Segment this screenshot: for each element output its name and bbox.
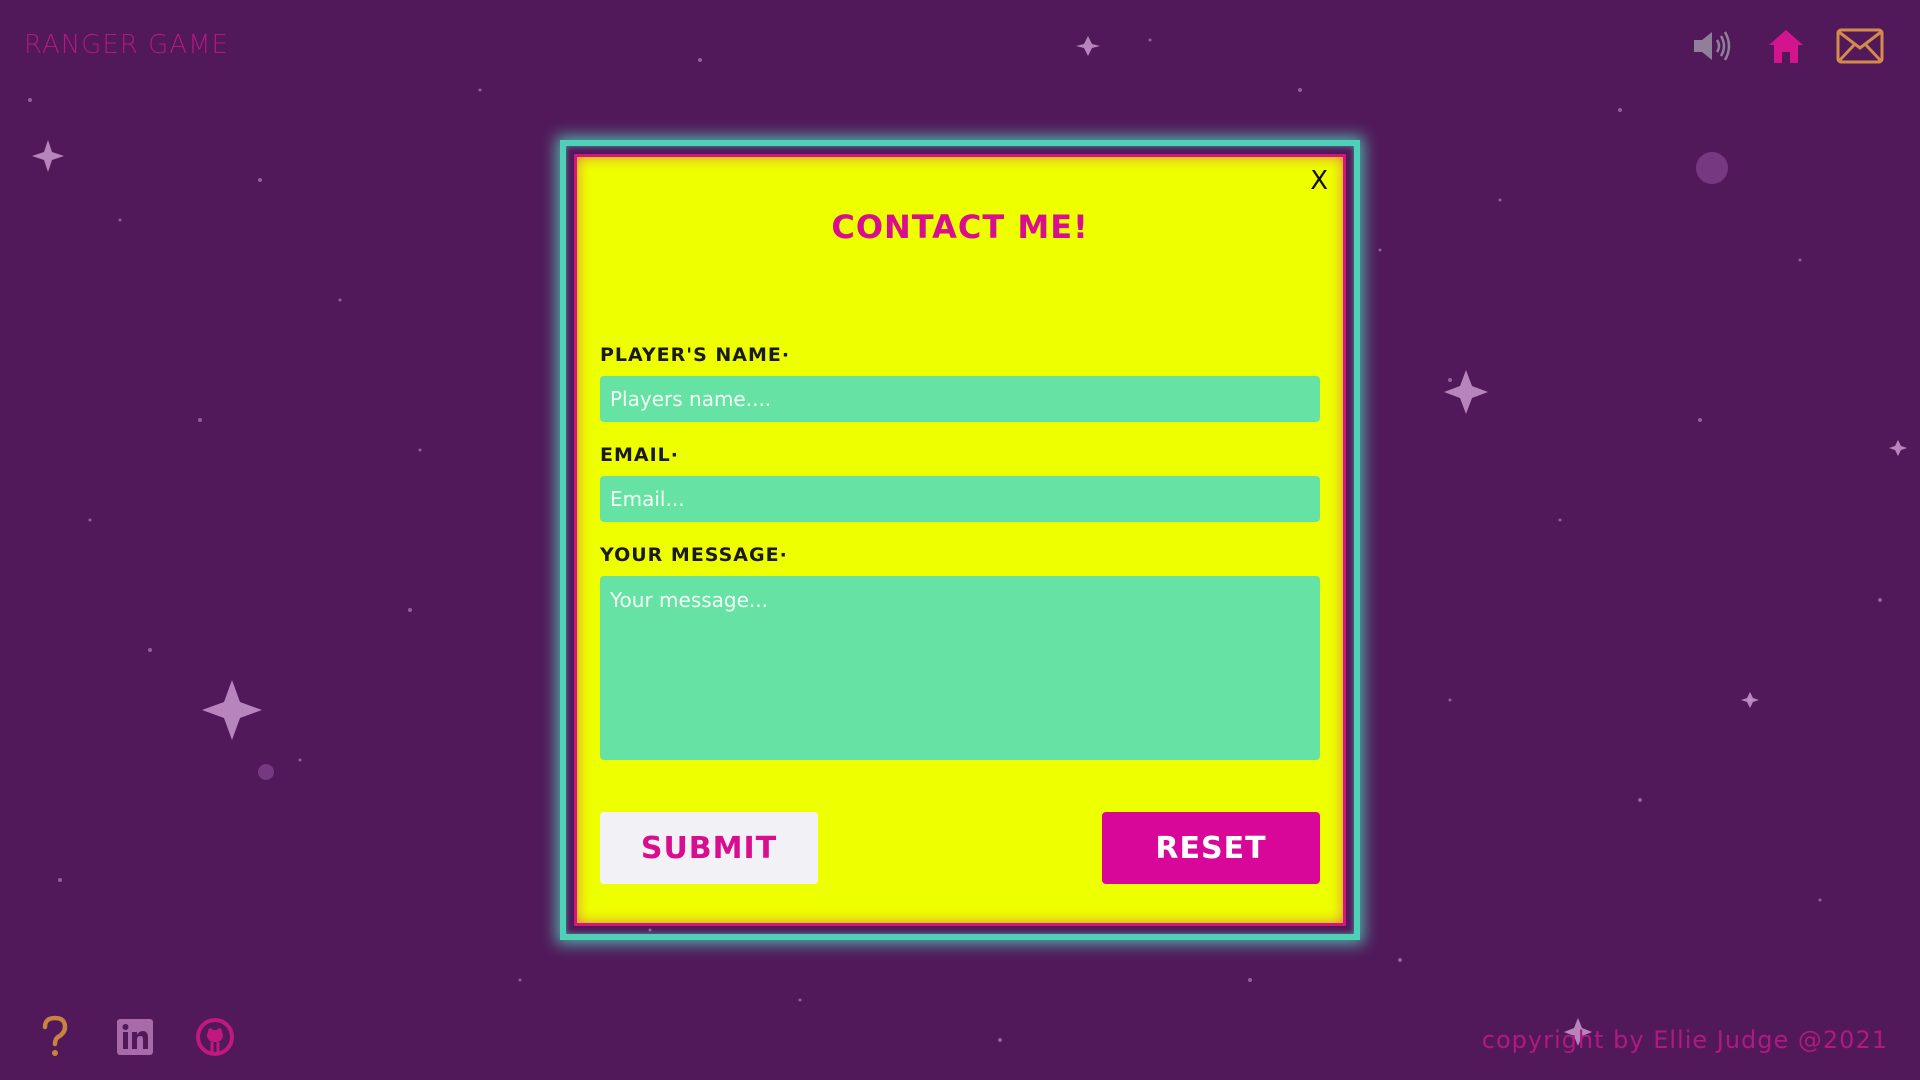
reset-button[interactable]: RESET	[1102, 812, 1320, 884]
bottom-toolbar	[30, 1012, 240, 1062]
help-icon[interactable]	[30, 1012, 80, 1062]
email-label: EMAIL·	[600, 444, 679, 466]
top-toolbar	[1688, 24, 1884, 68]
email-input[interactable]	[600, 476, 1320, 522]
home-icon[interactable]	[1762, 24, 1810, 68]
submit-button[interactable]: SUBMIT	[600, 812, 818, 884]
speaker-icon[interactable]	[1688, 24, 1736, 68]
message-label: YOUR MESSAGE·	[600, 544, 788, 566]
copyright-text: copyright by Ellie Judge @2021	[1481, 1026, 1888, 1054]
brand-logo: RANGER GAME	[24, 30, 229, 60]
name-label: PLAYER'S NAME·	[600, 344, 791, 366]
github-icon[interactable]	[190, 1012, 240, 1062]
mail-icon[interactable]	[1836, 24, 1884, 68]
close-button[interactable]: X	[1310, 166, 1328, 196]
form-buttons: SUBMIT RESET	[600, 812, 1320, 884]
linkedin-icon[interactable]	[110, 1012, 160, 1062]
contact-modal-frame: X CONTACT ME! PLAYER'S NAME· EMAIL· YOUR…	[560, 140, 1360, 940]
message-textarea[interactable]	[600, 576, 1320, 760]
contact-modal: X CONTACT ME! PLAYER'S NAME· EMAIL· YOUR…	[574, 154, 1346, 926]
contact-form: PLAYER'S NAME· EMAIL· YOUR MESSAGE·	[600, 344, 1320, 782]
name-input[interactable]	[600, 376, 1320, 422]
modal-title: CONTACT ME!	[831, 208, 1089, 246]
